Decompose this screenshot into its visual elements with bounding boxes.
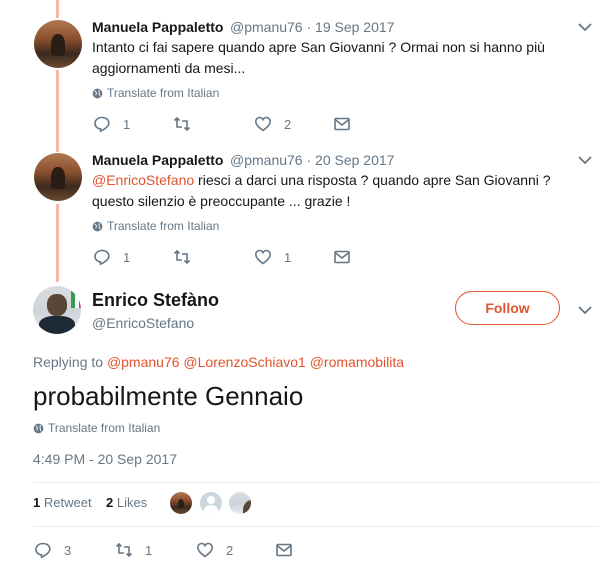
author-handle[interactable]: @pmanu76 · 20 Sep 2017 xyxy=(230,152,394,168)
tweet-date[interactable]: · 19 Sep 2017 xyxy=(306,19,394,35)
translate-label[interactable]: Translate from Italian xyxy=(107,86,219,100)
retweet-button[interactable]: 1 xyxy=(115,541,152,559)
globe-icon xyxy=(92,221,103,231)
default-avatar-head xyxy=(207,496,215,504)
reply-icon xyxy=(94,116,110,133)
replying-prefix: Replying to xyxy=(33,354,104,370)
chevron-down-icon[interactable] xyxy=(578,22,592,32)
reply-button[interactable]: 3 xyxy=(34,541,71,559)
thread-line-top xyxy=(56,0,59,18)
heart-icon xyxy=(254,116,272,132)
follow-button[interactable]: Follow xyxy=(455,291,560,325)
envelope-icon xyxy=(334,250,350,264)
tweet-timestamp[interactable]: 4:49 PM - 20 Sep 2017 xyxy=(33,451,177,467)
tweet-text: probabilmente Gennaio xyxy=(33,381,304,411)
like-count: 2 xyxy=(226,542,234,558)
handle[interactable]: @pmanu76 xyxy=(230,152,303,168)
heart-icon xyxy=(196,542,214,558)
like-button[interactable]: 2 xyxy=(196,541,233,559)
retweet-count: 1 xyxy=(145,542,153,558)
message-button[interactable] xyxy=(333,248,351,266)
retweets-stat[interactable]: 1 Retweet xyxy=(33,495,92,510)
thread-line-middle xyxy=(56,70,59,152)
message-button[interactable] xyxy=(275,541,293,559)
reply-count: 3 xyxy=(64,542,72,558)
translate-label[interactable]: Translate from Italian xyxy=(48,421,160,435)
flag-graphic xyxy=(71,286,81,308)
reply-button[interactable]: 1 xyxy=(93,248,130,266)
tweet-text: Intanto ci fai sapere quando apre San Gi… xyxy=(92,39,545,76)
retweet-button[interactable] xyxy=(173,115,203,133)
reply-button[interactable]: 1 xyxy=(93,115,130,133)
divider xyxy=(33,526,599,527)
envelope-icon xyxy=(276,543,292,557)
retweet-icon xyxy=(115,542,133,558)
message-button[interactable] xyxy=(333,115,351,133)
mention-link[interactable]: @LorenzoSchiavo1 xyxy=(183,354,305,370)
chevron-down-icon[interactable] xyxy=(578,305,592,315)
reply-count: 1 xyxy=(123,249,131,265)
like-count: 1 xyxy=(284,249,292,265)
likes-total: 2 xyxy=(106,495,114,510)
retweets-label: Retweet xyxy=(43,495,92,510)
reply-icon xyxy=(35,542,51,559)
likes-stat[interactable]: 2 Likes xyxy=(106,495,147,510)
like-count: 2 xyxy=(284,116,292,132)
translate-link[interactable]: Translate from Italian xyxy=(33,421,160,435)
translate-link[interactable]: Translate from Italian xyxy=(92,219,219,233)
author-name[interactable]: Enrico Stefàno xyxy=(92,290,219,311)
author-name[interactable]: Manuela Pappaletto xyxy=(92,19,223,35)
mention-link[interactable]: @pmanu76 xyxy=(107,354,180,370)
globe-icon xyxy=(92,88,103,98)
liker-avatar[interactable] xyxy=(170,492,192,514)
tweet-date[interactable]: · 20 Sep 2017 xyxy=(306,152,394,168)
retweet-button[interactable] xyxy=(173,248,203,266)
replying-to: Replying to @pmanu76 @LorenzoSchiavo1 @r… xyxy=(33,354,404,370)
mention-link[interactable]: @romamobilita xyxy=(310,354,404,370)
likes-label: Likes xyxy=(116,495,148,510)
retweet-icon xyxy=(173,116,191,132)
avatar[interactable] xyxy=(34,20,82,68)
like-button[interactable]: 2 xyxy=(254,115,291,133)
mention-link[interactable]: @EnricoStefano xyxy=(92,172,194,188)
chevron-down-icon[interactable] xyxy=(578,155,592,165)
avatar[interactable] xyxy=(33,286,81,334)
liker-avatar[interactable] xyxy=(229,492,251,514)
engagement-stats: 1 Retweet 2 Likes xyxy=(33,495,147,510)
retweets-total: 1 xyxy=(33,495,41,510)
reply-icon xyxy=(94,249,110,266)
thread-line-bottom xyxy=(56,204,59,282)
heart-icon xyxy=(254,249,272,265)
divider xyxy=(33,482,599,483)
avatar[interactable] xyxy=(34,153,82,201)
author-handle[interactable]: @pmanu76 · 19 Sep 2017 xyxy=(230,19,394,35)
handle[interactable]: @pmanu76 xyxy=(230,19,303,35)
reply-count: 1 xyxy=(123,116,131,132)
author-name[interactable]: Manuela Pappaletto xyxy=(92,152,223,168)
liker-avatar[interactable] xyxy=(200,492,222,514)
retweet-icon xyxy=(173,249,191,265)
author-handle[interactable]: @EnricoStefano xyxy=(92,315,194,331)
default-avatar-body xyxy=(204,505,218,514)
globe-icon xyxy=(33,423,44,433)
translate-label[interactable]: Translate from Italian xyxy=(107,219,219,233)
tweet-text: @EnricoStefano riesci a darci una rispos… xyxy=(92,170,582,212)
translate-link[interactable]: Translate from Italian xyxy=(92,86,219,100)
envelope-icon xyxy=(334,117,350,131)
like-button[interactable]: 1 xyxy=(254,248,291,266)
